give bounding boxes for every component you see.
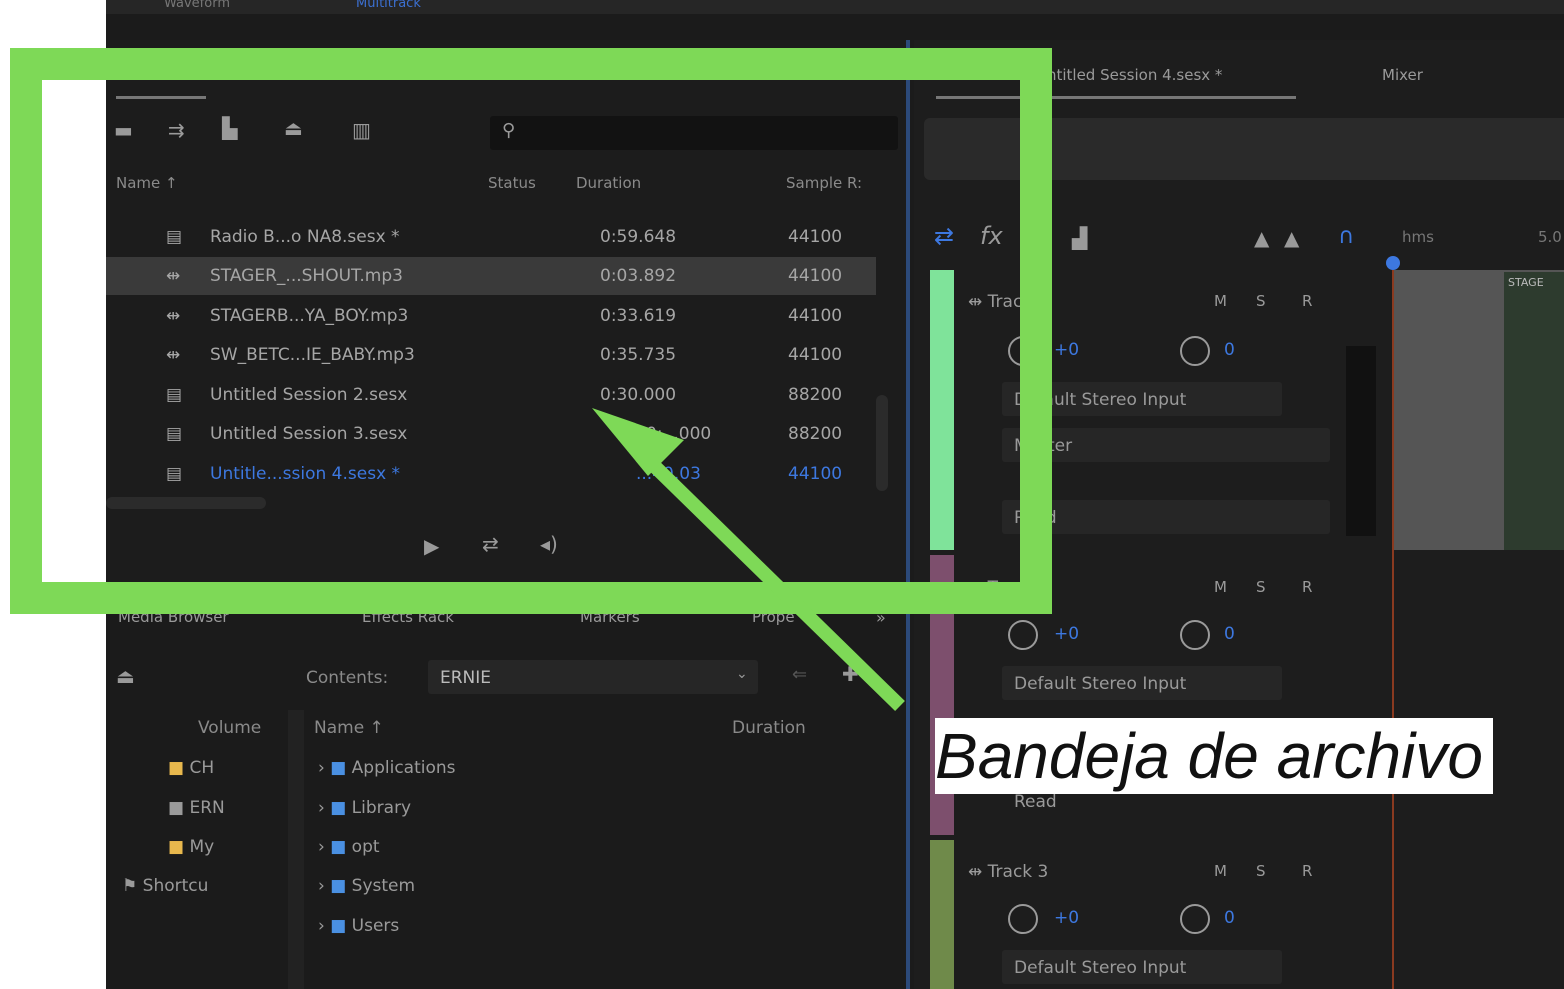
arrow-head <box>592 408 684 476</box>
annotation-caption: Bandeja de archivo <box>935 718 1493 794</box>
arrow-shaft <box>635 446 905 712</box>
annotation-arrow <box>592 408 905 712</box>
